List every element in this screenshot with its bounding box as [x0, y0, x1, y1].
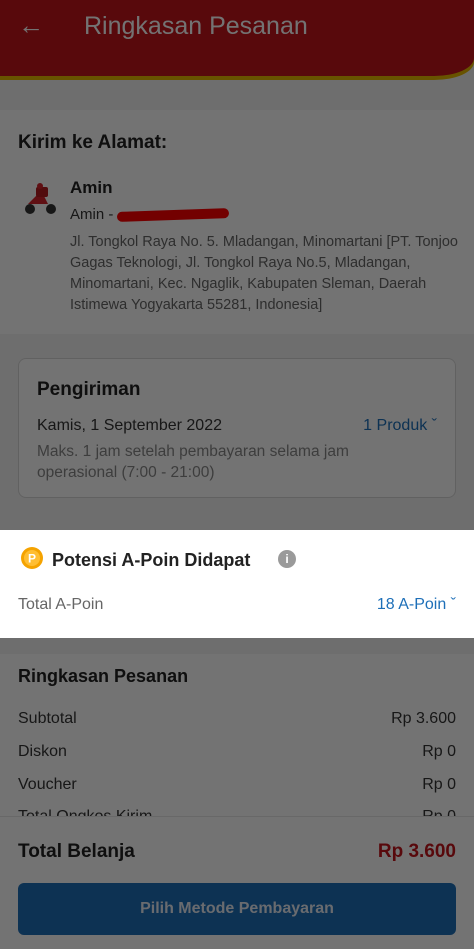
- order-summary-section: Ringkasan Pesanan Subtotal Rp 3.600 Disk…: [0, 654, 474, 825]
- shipping-note: Maks. 1 jam setelah pembayaran selama ja…: [37, 443, 349, 481]
- summary-row-voucher: Voucher Rp 0: [18, 776, 456, 794]
- shipping-date: Kamis, 1 September 2022: [37, 417, 222, 434]
- address-heading: Kirim ke Alamat:: [18, 132, 168, 153]
- points-section: P Potensi A-Poin Didapat i Total A-Poin …: [0, 530, 474, 638]
- page-title: Ringkasan Pesanan: [84, 12, 308, 40]
- coin-icon: P: [21, 547, 43, 569]
- product-toggle-label: 1 Produk: [363, 417, 428, 434]
- redacted-phone-mark: [117, 207, 230, 222]
- product-toggle[interactable]: 1 Produk ˇ: [363, 417, 437, 435]
- shipping-address-section: Kirim ke Alamat: Amin Amin - Jl. Tongkol…: [0, 110, 474, 334]
- summary-label: Diskon: [18, 743, 67, 760]
- address-text: Jl. Tongkol Raya No. 5. Mladangan, Minom…: [70, 234, 458, 313]
- summary-label: Subtotal: [18, 710, 77, 727]
- total-value: Rp 3.600: [377, 841, 456, 862]
- points-toggle[interactable]: 18 A-Poin ˇ: [377, 596, 456, 614]
- recipient-phone: Amin -: [70, 206, 230, 223]
- arrow-left-icon[interactable]: ←: [18, 10, 48, 40]
- summary-row-subtotal: Subtotal Rp 3.600: [18, 710, 456, 728]
- total-label: Total Belanja: [18, 841, 135, 862]
- scooter-icon: [25, 183, 56, 214]
- choose-payment-button[interactable]: Pilih Metode Pembayaran: [18, 883, 456, 935]
- points-title: Potensi A-Poin Didapat: [52, 550, 251, 570]
- summary-title: Ringkasan Pesanan: [18, 666, 189, 686]
- info-icon[interactable]: i: [278, 550, 296, 568]
- recipient-name: Amin: [70, 178, 113, 197]
- shipping-card: Pengiriman Kamis, 1 September 2022 1 Pro…: [18, 358, 456, 498]
- chevron-down-icon: ˇ: [450, 596, 456, 613]
- points-label: Total A-Poin: [18, 596, 104, 613]
- phone-prefix: Amin -: [70, 206, 114, 223]
- points-value: 18 A-Poin: [376, 596, 447, 613]
- chevron-down-icon: ˇ: [431, 417, 437, 434]
- shipping-title: Pengiriman: [37, 379, 141, 400]
- coin-letter: P: [28, 552, 36, 566]
- summary-value: Rp 3.600: [391, 710, 456, 727]
- checkout-footer: Total Belanja Rp 3.600 Pilih Metode Pemb…: [0, 816, 474, 949]
- app-header: ← Ringkasan Pesanan: [0, 0, 474, 76]
- summary-label: Voucher: [18, 776, 77, 793]
- summary-value: Rp 0: [422, 743, 456, 760]
- summary-row-diskon: Diskon Rp 0: [18, 743, 456, 761]
- summary-value: Rp 0: [422, 776, 456, 793]
